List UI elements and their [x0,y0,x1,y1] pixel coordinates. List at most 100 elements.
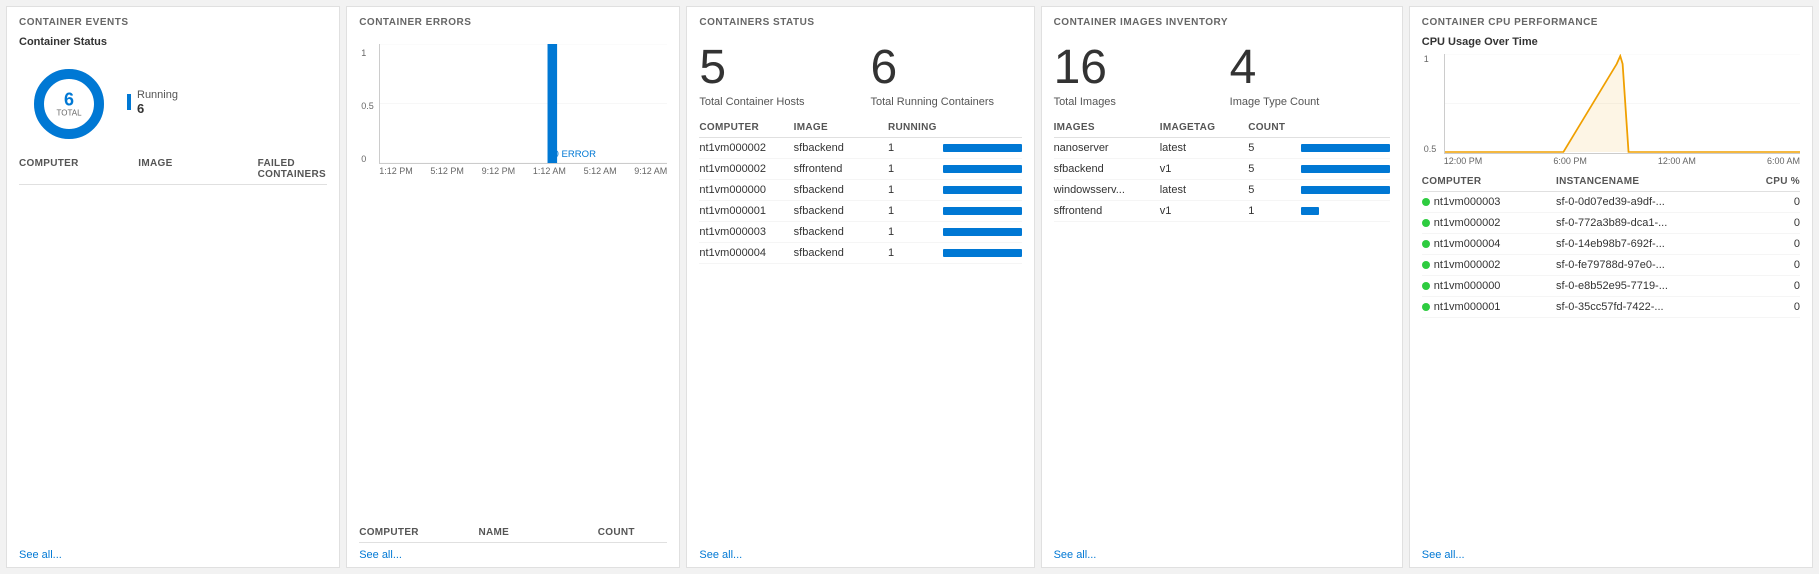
errors-x-labels: 1:12 PM 5:12 PM 9:12 PM 1:12 AM 5:12 AM … [379,164,667,176]
cpu-panel: CONTAINER CPU PERFORMANCE CPU Usage Over… [1409,6,1813,568]
cell-bar [943,186,1022,194]
header-count: COUNT [598,527,668,538]
cell-bar [1301,165,1389,173]
header-computer: COMPUTER [699,122,793,133]
header-failed: FAILED CONTAINERS [258,158,328,180]
cell-computer: nt1vm000000 [1422,280,1556,292]
events-title: CONTAINER EVENTS [19,17,327,28]
table-row: sfbackend v1 5 [1054,159,1390,180]
status-dot [1422,198,1430,206]
cell-bar [943,207,1022,215]
table-row: nt1vm000001 sfbackend 1 [699,201,1021,222]
table-row: nt1vm000002 sf-0-fe79788d-97e0-... 0 [1422,255,1800,276]
stat-total-images: 16 Total Images [1054,44,1214,108]
table-row: windowsserv... latest 5 [1054,180,1390,201]
cell-bar [1301,186,1389,194]
cell-image: sfbackend [794,142,888,154]
stat-hosts: 5 Total Container Hosts [699,44,850,108]
stat-hosts-number: 5 [699,44,850,92]
cell-images: nanoserver [1054,142,1160,154]
cpu-x-labels: 12:00 PM 6:00 PM 12:00 AM 6:00 AM [1444,156,1800,166]
cell-image: sfbackend [794,226,888,238]
legend-label: Running [137,89,178,101]
inventory-panel: CONTAINER IMAGES INVENTORY 16 Total Imag… [1041,6,1403,568]
table-row: nt1vm000004 sf-0-14eb98b7-692f-... 0 [1422,234,1800,255]
donut-text: TOTAL [56,109,81,118]
table-row: nt1vm000002 sffrontend 1 [699,159,1021,180]
y-label-05: 0.5 [361,101,374,111]
cell-imagetag: latest [1160,142,1248,154]
cell-image: sfbackend [794,205,888,217]
cpu-y-1: 1 [1424,54,1437,64]
header-image: IMAGE [794,122,888,133]
header-bar [943,122,1022,133]
table-row: nt1vm000002 sf-0-772a3b89-dca1-... 0 [1422,213,1800,234]
status-see-all[interactable]: See all... [699,543,1021,561]
cpu-table-header: COMPUTER INSTANCENAME CPU % [1422,172,1800,192]
cell-instance: sf-0-e8b52e95-7719-... [1556,280,1751,292]
stat-running-number: 6 [870,44,1021,92]
cell-computer: nt1vm000002 [1422,259,1556,271]
header-name: NAME [478,527,597,538]
cell-computer: nt1vm000000 [699,184,793,196]
cell-bar [943,228,1022,236]
stat-running-label: Total Running Containers [870,96,1021,108]
inventory-title: CONTAINER IMAGES INVENTORY [1054,17,1390,28]
events-table-header: COMPUTER IMAGE FAILED CONTAINERS [19,154,327,185]
legend-bar [127,94,131,110]
cell-computer: nt1vm000003 [1422,196,1556,208]
cpu-table-body: nt1vm000003 sf-0-0d07ed39-a9df-... 0 nt1… [1422,192,1800,318]
errors-title: CONTAINER ERRORS [359,17,667,28]
donut-number: 6 [56,91,81,109]
table-row: sffrontend v1 1 [1054,201,1390,222]
table-row: nt1vm000000 sf-0-e8b52e95-7719-... 0 [1422,276,1800,297]
header-running: RUNNING [888,122,943,133]
errors-table-header: COMPUTER NAME COUNT [359,523,667,543]
stat-total-images-number: 16 [1054,44,1214,92]
x-label-1: 1:12 PM [379,166,413,176]
stat-running: 6 Total Running Containers [870,44,1021,108]
header-cpu: CPU % [1751,176,1800,187]
cell-computer: nt1vm000001 [1422,301,1556,313]
stat-total-images-label: Total Images [1054,96,1214,108]
table-row: nt1vm000001 sf-0-35cc57fd-7422-... 0 [1422,297,1800,318]
events-see-all[interactable]: See all... [19,543,327,561]
header-computer: COMPUTER [1422,176,1556,187]
cpu-chart-svg [1444,54,1800,154]
cell-cpu: 0 [1751,238,1800,250]
cell-instance: sf-0-35cc57fd-7422-... [1556,301,1751,313]
table-row: nt1vm000002 sfbackend 1 [699,138,1021,159]
inventory-big-stats: 16 Total Images 4 Image Type Count [1054,36,1390,118]
header-bar [1301,122,1389,133]
dashboard: CONTAINER EVENTS Container Status 6 TOTA… [0,0,1819,574]
errors-see-all[interactable]: See all... [359,543,667,561]
cell-count: 5 [1248,142,1301,154]
status-table-header: COMPUTER IMAGE RUNNING [699,118,1021,138]
cell-running: 1 [888,247,943,259]
cell-computer: nt1vm000004 [1422,238,1556,250]
inventory-table-header: IMAGES IMAGETAG COUNT [1054,118,1390,138]
cell-images: sfbackend [1054,163,1160,175]
stat-hosts-label: Total Container Hosts [699,96,850,108]
cell-cpu: 0 [1751,196,1800,208]
header-imagetag: IMAGETAG [1160,122,1248,133]
errors-y-labels: 1 0.5 0 [361,44,374,164]
cell-count: 5 [1248,163,1301,175]
cell-cpu: 0 [1751,280,1800,292]
header-computer: COMPUTER [19,158,138,180]
donut-center: 6 TOTAL [56,91,81,118]
header-instancename: INSTANCENAME [1556,176,1751,187]
cell-running: 1 [888,163,943,175]
x-label-4: 1:12 AM [533,166,566,176]
cell-running: 1 [888,142,943,154]
cell-image: sffrontend [794,163,888,175]
stat-image-type-label: Image Type Count [1230,96,1390,108]
inventory-see-all[interactable]: See all... [1054,543,1390,561]
x-label-2: 5:12 PM [430,166,464,176]
legend-running: Running 6 [127,89,178,116]
cell-image: sfbackend [794,184,888,196]
cell-bar [943,165,1022,173]
events-subtitle: Container Status [19,36,327,48]
status-dot [1422,219,1430,227]
cpu-see-all[interactable]: See all... [1422,543,1800,561]
